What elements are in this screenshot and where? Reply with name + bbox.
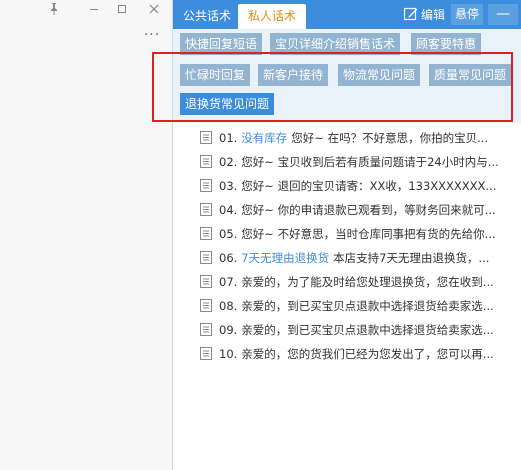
minimize-icon[interactable] — [86, 2, 102, 20]
edit-label: 编辑 — [420, 8, 445, 22]
item-number: 05. — [219, 227, 238, 241]
item-text: 您好~ 你的申请退款已观看到，等财务回来就可... — [241, 203, 496, 217]
document-icon — [200, 203, 212, 216]
category-new-customer[interactable]: 新客户接待 — [258, 64, 329, 86]
item-text: 您好~ 退回的宝贝请寄：XX收，133XXXXXXX... — [241, 179, 497, 193]
list-item[interactable]: 04. 您好~ 你的申请退款已观看到，等财务回来就可... — [200, 200, 521, 220]
item-text: 您好~ 宝贝收到后若有质量问题请于24小时内与... — [241, 155, 499, 169]
category-quality[interactable]: 质量常见问题 — [429, 64, 512, 86]
restore-icon[interactable] — [114, 2, 130, 20]
category-busy-reply[interactable]: 忙碌时回复 — [180, 64, 251, 86]
item-number: 10. — [219, 347, 238, 361]
document-icon — [200, 299, 212, 312]
left-pane: ··· — [0, 0, 172, 470]
list-item[interactable]: 06. 7天无理由退换货 本店支持7天无理由退换货，... — [200, 248, 521, 268]
document-icon — [200, 347, 212, 360]
item-number: 07. — [219, 275, 238, 289]
item-number: 06. — [219, 251, 238, 265]
panel-header: 公共话术 私人话术 编辑 悬停 — — [173, 0, 521, 29]
list-item[interactable]: 08. 亲爱的，到已买宝贝点退款中选择退货给卖家选... — [200, 296, 521, 316]
list-item[interactable]: 07. 亲爱的，为了能及时给您处理退换货，您在收到... — [200, 272, 521, 292]
document-icon — [200, 323, 212, 336]
document-icon — [200, 131, 212, 144]
item-number: 03. — [219, 179, 238, 193]
category-discount-request[interactable]: 顾客要特惠 — [411, 33, 482, 55]
pin-icon[interactable] — [46, 2, 62, 20]
list-item[interactable]: 09. 亲爱的，到已买宝贝点退款中选择退货给卖家选... — [200, 320, 521, 340]
category-logistics[interactable]: 物流常见问题 — [338, 64, 421, 86]
category-returns[interactable]: 退换货常见问题 — [180, 93, 275, 115]
item-text: 本店支持7天无理由退换货，... — [333, 251, 490, 265]
item-text: 亲爱的，您的货我们已经为您发出了，您可以再... — [241, 347, 494, 361]
tab-private-phrases[interactable]: 私人话术 — [238, 4, 307, 29]
category-quick-reply[interactable]: 快捷回复短语 — [180, 33, 263, 55]
item-number: 02. — [219, 155, 238, 169]
document-icon — [200, 179, 212, 192]
tab-public-phrases[interactable]: 公共话术 — [173, 4, 241, 29]
edit-button[interactable]: 编辑 — [403, 5, 445, 25]
item-text: 亲爱的，到已买宝贝点退款中选择退货给卖家选... — [241, 323, 494, 337]
item-number: 01. — [219, 131, 238, 145]
item-text: 您好~ 不好意思，当时仓库同事把有货的先给你... — [241, 227, 496, 241]
item-keyword: 7天无理由退换货 — [241, 251, 330, 265]
edit-icon — [403, 7, 418, 21]
hover-pin-button[interactable]: 悬停 — [451, 4, 483, 25]
list-item[interactable]: 05. 您好~ 不好意思，当时仓库同事把有货的先给你... — [200, 224, 521, 244]
item-text: 您好~ 在吗？不好意思，你拍的宝贝... — [291, 131, 489, 145]
list-item[interactable]: 01. 没有库存 您好~ 在吗？不好意思，你拍的宝贝... — [200, 128, 521, 148]
list-item[interactable]: 03. 您好~ 退回的宝贝请寄：XX收，133XXXXXXX... — [200, 176, 521, 196]
category-product-sales[interactable]: 宝贝详细介绍销售话术 — [270, 33, 401, 55]
document-icon — [200, 275, 212, 288]
item-text: 亲爱的，到已买宝贝点退款中选择退货给卖家选... — [241, 299, 494, 313]
window-controls — [40, 2, 170, 22]
item-keyword: 没有库存 — [241, 131, 288, 145]
close-icon[interactable] — [146, 2, 162, 20]
item-number: 04. — [219, 203, 238, 217]
list-item[interactable]: 10. 亲爱的，您的货我们已经为您发出了，您可以再... — [200, 344, 521, 364]
minimize-button[interactable]: — — [488, 4, 518, 25]
document-icon — [200, 251, 212, 264]
item-text: 亲爱的，为了能及时给您处理退换货，您在收到... — [241, 275, 494, 289]
more-options-icon[interactable]: ··· — [142, 28, 162, 46]
item-number: 08. — [219, 299, 238, 313]
document-icon — [200, 155, 212, 168]
list-item[interactable]: 02. 您好~ 宝贝收到后若有质量问题请于24小时内与... — [200, 152, 521, 172]
item-number: 09. — [219, 323, 238, 337]
document-icon — [200, 227, 212, 240]
